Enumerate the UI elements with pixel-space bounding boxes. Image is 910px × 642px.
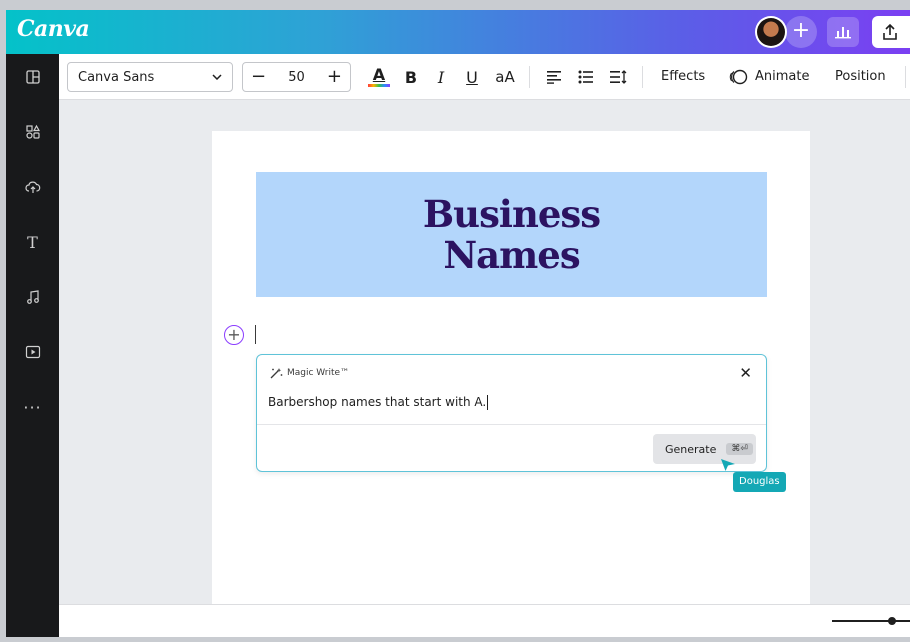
bold-icon: B [404,67,418,87]
font-family-value: Canva Sans [78,69,155,85]
generate-label: Generate [665,442,717,456]
input-cursor [487,395,489,410]
magic-write-title: Magic Write™ [287,368,350,378]
sidebar-item-more[interactable]: ··· [6,387,59,427]
toolbar-divider [905,66,906,88]
share-upload-icon [883,23,897,40]
upload-cloud-icon [24,181,40,193]
effects-button[interactable]: Effects [661,69,705,84]
magic-write-panel: Magic Write™ ✕ Barbershop names that sta… [256,354,767,472]
top-bar: Canva + [6,10,910,54]
collaborator-name-tag: Douglas [733,472,786,492]
left-sidebar: T ··· [6,54,59,637]
sidebar-item-design[interactable] [6,57,59,97]
toolbar-divider [529,66,530,88]
canva-logo[interactable]: Canva [17,16,90,42]
italic-button[interactable]: I [431,62,451,92]
magic-write-prompt-text: Barbershop names that start with A. [268,395,487,409]
panel-divider [257,424,766,425]
elements-icon [25,124,40,139]
align-left-icon [547,71,561,84]
animate-icon-wrap[interactable] [729,62,749,92]
app-window: Canva + T ··· Canva Sans − 50 + A B I U … [6,10,910,637]
animate-button[interactable]: Animate [755,69,809,84]
color-swatch-bar [368,84,390,87]
title-line-1: Business [422,191,601,236]
toolbar-divider [642,66,643,88]
close-icon[interactable]: ✕ [739,364,752,382]
insights-button[interactable] [827,17,859,47]
add-element-button[interactable]: + [224,325,244,345]
chevron-down-icon [212,74,222,80]
text-caret [255,325,256,344]
title-line-2: Names [443,232,580,277]
share-button[interactable] [872,16,910,48]
zoom-slider-track[interactable] [832,620,910,622]
underline-icon: U [466,67,478,87]
layout-icon [25,70,40,84]
animate-icon [729,69,748,85]
magic-write-prompt-input[interactable]: Barbershop names that start with A. [268,395,489,410]
list-button[interactable] [575,62,597,92]
music-icon [26,290,39,304]
sidebar-item-elements[interactable] [6,112,59,152]
sidebar-item-audio[interactable] [6,277,59,317]
letter-case-icon: aA [495,68,515,86]
text-toolbar: Canva Sans − 50 + A B I U aA Effects Ani… [59,54,910,100]
text-color-button[interactable]: A [367,62,391,92]
decrease-font-size-button[interactable]: − [251,68,266,86]
title-text-box[interactable]: Business Names [256,172,767,297]
magic-wand-icon [270,368,283,379]
text-color-icon: A [372,65,386,84]
underline-button[interactable]: U [462,62,482,92]
spacing-button[interactable] [607,62,629,92]
sidebar-item-uploads[interactable] [6,167,59,207]
align-button[interactable] [543,62,565,92]
line-spacing-icon [610,70,627,84]
font-family-select[interactable]: Canva Sans [67,62,233,92]
sidebar-item-text[interactable]: T [6,222,59,262]
bold-button[interactable]: B [401,62,421,92]
magic-write-header: Magic Write™ [269,367,349,379]
italic-icon: I [437,67,445,87]
position-button[interactable]: Position [835,69,886,84]
video-icon [25,345,40,359]
increase-font-size-button[interactable]: + [327,68,342,86]
letter-case-button[interactable]: aA [492,62,518,92]
avatar-image [757,18,785,46]
collaborator-pointer-icon [721,459,735,471]
keyboard-shortcut-badge: ⌘⏎ [726,443,753,455]
sidebar-item-videos[interactable] [6,332,59,372]
bar-chart-icon [835,27,851,39]
more-icon: ··· [23,397,42,417]
font-size-value[interactable]: 50 [288,70,305,85]
add-collaborator-button[interactable]: + [785,16,817,48]
zoom-slider-thumb[interactable] [888,617,896,625]
bullet-list-icon [578,70,593,84]
bottom-bar [59,604,910,637]
user-avatar[interactable] [755,16,787,48]
text-icon: T [27,232,38,252]
generate-button[interactable]: Generate ⌘⏎ [653,434,756,464]
font-size-stepper: − 50 + [242,62,351,92]
